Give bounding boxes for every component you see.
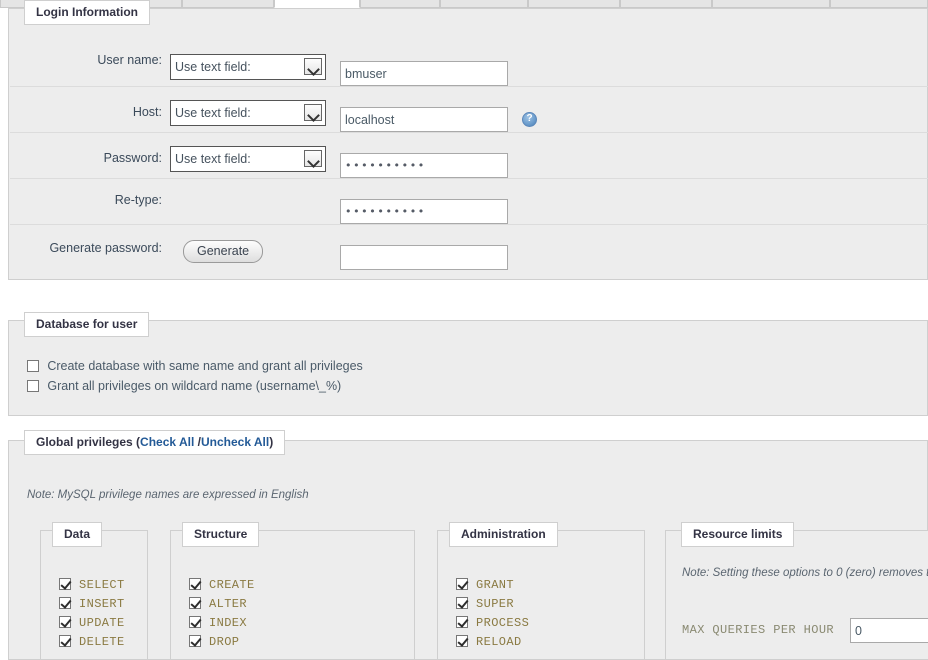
- privilege-checkbox-process[interactable]: [456, 616, 468, 628]
- generated-password-input[interactable]: [340, 245, 508, 270]
- privilege-option[interactable]: DROP: [189, 634, 239, 649]
- wildcard-privileges-label: Grant all privileges on wildcard name (u…: [47, 379, 342, 393]
- privilege-label: UPDATE: [79, 616, 125, 630]
- host-select[interactable]: Use text field:: [170, 100, 326, 126]
- privilege-option[interactable]: PROCESS: [456, 615, 529, 630]
- tab-5[interactable]: [528, 0, 620, 8]
- user-name-label: User name:: [97, 53, 162, 67]
- privilege-label: ALTER: [209, 597, 248, 611]
- check-all-link[interactable]: Check All: [140, 435, 194, 449]
- user-name-select[interactable]: Use text field:: [170, 54, 326, 80]
- privilege-label: DROP: [209, 635, 240, 649]
- resource-limits-note: Note: Setting these options to 0 (zero) …: [682, 567, 928, 579]
- privilege-checkbox-create[interactable]: [189, 578, 201, 590]
- privilege-checkbox-delete[interactable]: [59, 635, 71, 647]
- retype-password-label: Re-type:: [114, 193, 162, 207]
- tab-2[interactable]: [274, 0, 360, 8]
- legend-separator: /: [194, 435, 201, 449]
- privilege-label: RELOAD: [476, 635, 522, 649]
- privilege-option[interactable]: SELECT: [59, 577, 125, 592]
- tab-7[interactable]: [712, 0, 830, 8]
- privilege-column-administration: GRANT SUPER PROCESS RELOAD: [437, 530, 645, 660]
- tab-1[interactable]: [182, 0, 274, 8]
- privilege-option[interactable]: SUPER: [456, 596, 514, 611]
- tab-6[interactable]: [620, 0, 712, 8]
- uncheck-all-link[interactable]: Uncheck All: [201, 435, 269, 449]
- resource-limits-legend: Resource limits: [681, 522, 795, 547]
- help-circle-icon[interactable]: [522, 112, 537, 127]
- privilege-option[interactable]: RELOAD: [456, 634, 522, 649]
- wildcard-privileges-checkbox[interactable]: [27, 380, 39, 392]
- privilege-option[interactable]: ALTER: [189, 596, 247, 611]
- privilege-checkbox-alter[interactable]: [189, 597, 201, 609]
- host-label: Host:: [132, 105, 162, 119]
- privilege-option[interactable]: UPDATE: [59, 615, 125, 630]
- tab-3[interactable]: [360, 0, 440, 8]
- privilege-column-legend: Structure: [182, 522, 260, 547]
- resource-limits-column: Note: Setting these options to 0 (zero) …: [665, 530, 928, 660]
- database-for-user-legend: Database for user: [24, 312, 150, 337]
- privilege-checkbox-index[interactable]: [189, 616, 201, 628]
- host-input[interactable]: [340, 107, 508, 132]
- privilege-column-structure: CREATE ALTER INDEX DROP: [170, 530, 415, 660]
- privilege-option[interactable]: INSERT: [59, 596, 125, 611]
- wildcard-privileges-option[interactable]: Grant all privileges on wildcard name (u…: [27, 379, 341, 393]
- privilege-column-data: SELECT INSERT UPDATE DELETE: [40, 530, 148, 660]
- privilege-language-note: Note: MySQL privilege names are expresse…: [27, 489, 309, 501]
- privilege-option[interactable]: INDEX: [189, 615, 247, 630]
- privilege-label: INDEX: [209, 616, 248, 630]
- privilege-option[interactable]: CREATE: [189, 577, 255, 592]
- privilege-checkbox-grant[interactable]: [456, 578, 468, 590]
- privilege-label: GRANT: [476, 578, 515, 592]
- privilege-checkbox-drop[interactable]: [189, 635, 201, 647]
- password-input[interactable]: [340, 153, 508, 178]
- global-privileges-legend-text: Global privileges: [36, 435, 133, 449]
- generate-password-button[interactable]: Generate: [183, 240, 264, 263]
- privilege-column-legend: Data: [52, 522, 103, 547]
- legend-open-paren: (: [132, 435, 141, 449]
- create-database-label: Create database with same name and grant…: [47, 359, 363, 373]
- privilege-checkbox-reload[interactable]: [456, 635, 468, 647]
- privilege-label: SELECT: [79, 578, 125, 592]
- privilege-option[interactable]: DELETE: [59, 634, 125, 649]
- privilege-label: DELETE: [79, 635, 125, 649]
- privilege-checkbox-insert[interactable]: [59, 597, 71, 609]
- privilege-label: INSERT: [79, 597, 125, 611]
- privilege-label: PROCESS: [476, 616, 530, 630]
- resource-limit-label: MAX QUERIES PER HOUR: [682, 623, 835, 637]
- password-label: Password:: [103, 151, 162, 165]
- global-privileges-legend: Global privileges (Check All /Uncheck Al…: [24, 430, 286, 455]
- privilege-checkbox-select[interactable]: [59, 578, 71, 590]
- login-information-fieldset: User name: Use text field: Host: Use tex…: [8, 8, 928, 280]
- create-database-option[interactable]: Create database with same name and grant…: [27, 359, 363, 373]
- privilege-label: CREATE: [209, 578, 255, 592]
- privilege-option[interactable]: GRANT: [456, 577, 514, 592]
- privilege-column-legend: Administration: [449, 522, 558, 547]
- tab-8[interactable]: [830, 0, 928, 8]
- create-database-checkbox[interactable]: [27, 360, 39, 372]
- legend-close-paren: ): [269, 435, 274, 449]
- generate-password-label: Generate password:: [49, 241, 162, 255]
- privilege-checkbox-super[interactable]: [456, 597, 468, 609]
- password-select[interactable]: Use text field:: [170, 146, 326, 172]
- user-name-input[interactable]: [340, 61, 508, 86]
- privilege-label: SUPER: [476, 597, 515, 611]
- tab-4[interactable]: [440, 0, 528, 8]
- resource-limit-input[interactable]: [850, 618, 928, 643]
- login-information-legend: Login Information: [24, 0, 150, 25]
- retype-password-input[interactable]: [340, 199, 508, 224]
- privilege-checkbox-update[interactable]: [59, 616, 71, 628]
